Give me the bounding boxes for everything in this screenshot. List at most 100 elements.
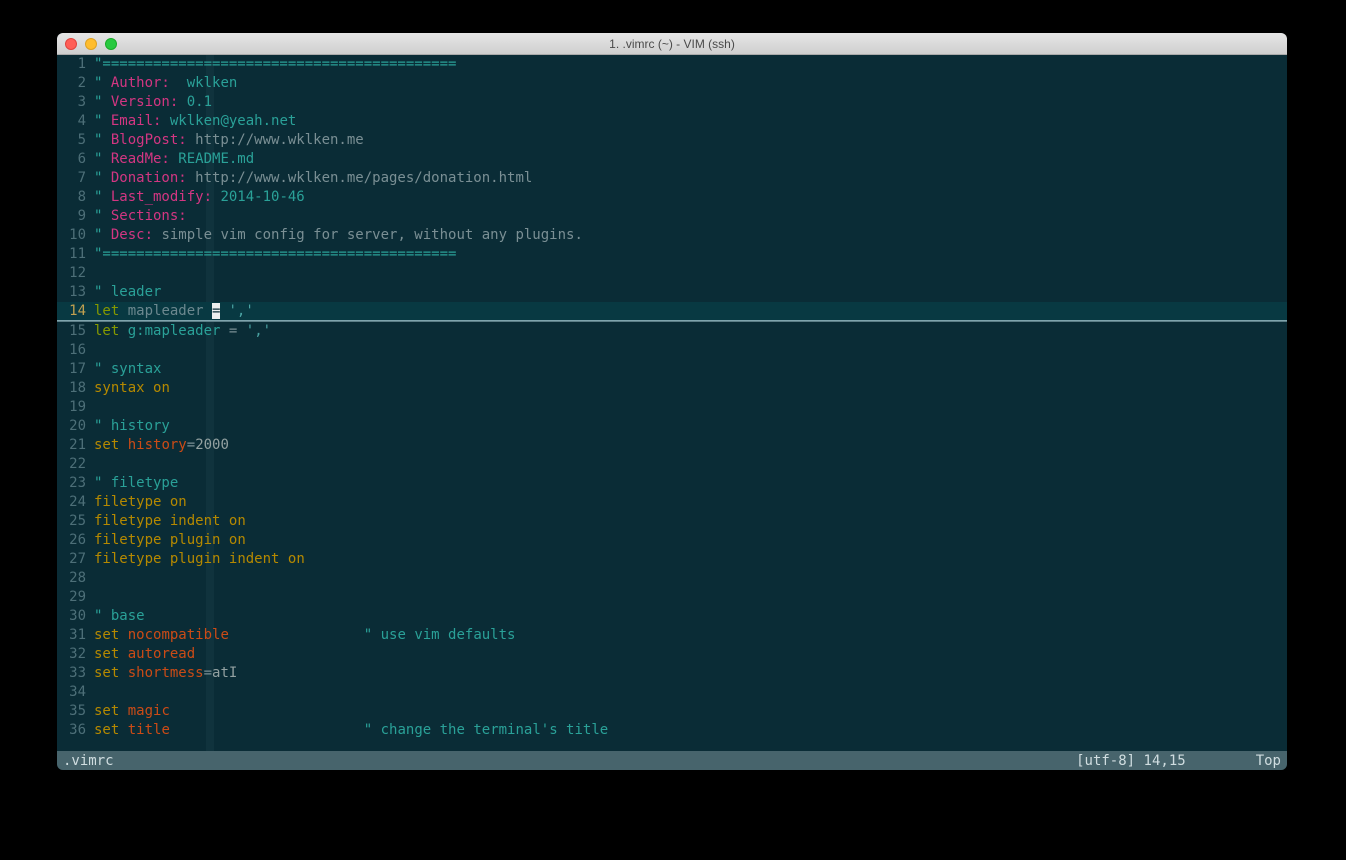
line-number: 9 bbox=[57, 207, 90, 226]
code-content: " Sections: bbox=[90, 207, 187, 226]
code-line[interactable]: 17" syntax bbox=[57, 360, 1287, 379]
line-number: 29 bbox=[57, 588, 90, 607]
code-content: syntax on bbox=[90, 379, 170, 398]
code-line[interactable]: 32set autoread bbox=[57, 645, 1287, 664]
code-line[interactable]: 36set title " change the terminal's titl… bbox=[57, 721, 1287, 740]
status-scroll: Top bbox=[1256, 753, 1281, 769]
code-line[interactable]: 30" base bbox=[57, 607, 1287, 626]
line-number: 26 bbox=[57, 531, 90, 550]
code-line[interactable]: 25filetype indent on bbox=[57, 512, 1287, 531]
line-number: 11 bbox=[57, 245, 90, 264]
code-line[interactable]: 20" history bbox=[57, 417, 1287, 436]
line-number: 8 bbox=[57, 188, 90, 207]
close-icon[interactable] bbox=[65, 38, 77, 50]
window-controls bbox=[65, 38, 117, 50]
code-content: set magic bbox=[90, 702, 170, 721]
code-line[interactable]: 4" Email: wklken@yeah.net bbox=[57, 112, 1287, 131]
code-line[interactable]: 3" Version: 0.1 bbox=[57, 93, 1287, 112]
line-number: 24 bbox=[57, 493, 90, 512]
code-content: set nocompatible " use vim defaults bbox=[90, 626, 515, 645]
code-line[interactable]: 35set magic bbox=[57, 702, 1287, 721]
line-number: 13 bbox=[57, 283, 90, 302]
status-filename: .vimrc bbox=[63, 753, 1076, 769]
code-line[interactable]: 28 bbox=[57, 569, 1287, 588]
code-content: " Email: wklken@yeah.net bbox=[90, 112, 296, 131]
line-number: 28 bbox=[57, 569, 90, 588]
code-content: " history bbox=[90, 417, 170, 436]
code-content: " BlogPost: http://www.wklken.me bbox=[90, 131, 364, 150]
code-line[interactable]: 18syntax on bbox=[57, 379, 1287, 398]
code-content: " ReadMe: README.md bbox=[90, 150, 254, 169]
line-number: 23 bbox=[57, 474, 90, 493]
code-line[interactable]: 27filetype plugin indent on bbox=[57, 550, 1287, 569]
line-number: 3 bbox=[57, 93, 90, 112]
code-line[interactable]: 34 bbox=[57, 683, 1287, 702]
line-number: 6 bbox=[57, 150, 90, 169]
terminal-window: 1. .vimrc (~) - VIM (ssh) 1"============… bbox=[57, 33, 1287, 770]
code-line[interactable]: 14let mapleader = ',' bbox=[57, 302, 1287, 322]
line-number: 33 bbox=[57, 664, 90, 683]
code-line[interactable]: 33set shortmess=atI bbox=[57, 664, 1287, 683]
code-line[interactable]: 6" ReadMe: README.md bbox=[57, 150, 1287, 169]
minimize-icon[interactable] bbox=[85, 38, 97, 50]
code-content: " Desc: simple vim config for server, wi… bbox=[90, 226, 583, 245]
code-content: filetype plugin indent on bbox=[90, 550, 305, 569]
titlebar: 1. .vimrc (~) - VIM (ssh) bbox=[57, 33, 1287, 55]
code-line[interactable]: 15let g:mapleader = ',' bbox=[57, 322, 1287, 341]
code-content: filetype indent on bbox=[90, 512, 246, 531]
line-number: 10 bbox=[57, 226, 90, 245]
code-content: let g:mapleader = ',' bbox=[90, 322, 271, 341]
code-line[interactable]: 26filetype plugin on bbox=[57, 531, 1287, 550]
code-line[interactable]: 5" BlogPost: http://www.wklken.me bbox=[57, 131, 1287, 150]
line-number: 32 bbox=[57, 645, 90, 664]
code-content: " Version: 0.1 bbox=[90, 93, 212, 112]
code-line[interactable]: 22 bbox=[57, 455, 1287, 474]
code-line[interactable]: 10" Desc: simple vim config for server, … bbox=[57, 226, 1287, 245]
code-content bbox=[90, 569, 94, 588]
status-bar: .vimrc [utf-8] 14,15 Top bbox=[57, 751, 1287, 770]
code-line[interactable]: 11"=====================================… bbox=[57, 245, 1287, 264]
code-line[interactable]: 23" filetype bbox=[57, 474, 1287, 493]
line-number: 17 bbox=[57, 360, 90, 379]
line-number: 12 bbox=[57, 264, 90, 283]
line-number: 34 bbox=[57, 683, 90, 702]
line-number: 36 bbox=[57, 721, 90, 740]
code-line[interactable]: 12 bbox=[57, 264, 1287, 283]
code-line[interactable]: 13" leader bbox=[57, 283, 1287, 302]
code-line[interactable]: 24filetype on bbox=[57, 493, 1287, 512]
code-line[interactable]: 31set nocompatible " use vim defaults bbox=[57, 626, 1287, 645]
code-content: "=======================================… bbox=[90, 245, 456, 264]
line-number: 5 bbox=[57, 131, 90, 150]
line-number: 14 bbox=[57, 302, 90, 321]
code-content bbox=[90, 398, 94, 417]
code-line[interactable]: 29 bbox=[57, 588, 1287, 607]
code-content bbox=[90, 264, 94, 283]
code-line[interactable]: 21set history=2000 bbox=[57, 436, 1287, 455]
code-content: filetype on bbox=[90, 493, 187, 512]
code-content bbox=[90, 455, 94, 474]
code-content: " leader bbox=[90, 283, 161, 302]
line-number: 16 bbox=[57, 341, 90, 360]
line-number: 4 bbox=[57, 112, 90, 131]
code-content: let mapleader = ',' bbox=[90, 302, 254, 321]
code-content: set shortmess=atI bbox=[90, 664, 237, 683]
code-content bbox=[90, 341, 94, 360]
code-line[interactable]: 1"======================================… bbox=[57, 55, 1287, 74]
code-line[interactable]: 7" Donation: http://www.wklken.me/pages/… bbox=[57, 169, 1287, 188]
editor-area[interactable]: 1"======================================… bbox=[57, 55, 1287, 751]
code-content: "=======================================… bbox=[90, 55, 456, 74]
code-content bbox=[90, 588, 94, 607]
code-line[interactable]: 16 bbox=[57, 341, 1287, 360]
code-line[interactable]: 8" Last_modify: 2014-10-46 bbox=[57, 188, 1287, 207]
code-line[interactable]: 9" Sections: bbox=[57, 207, 1287, 226]
line-number: 25 bbox=[57, 512, 90, 531]
line-number: 27 bbox=[57, 550, 90, 569]
code-line[interactable]: 19 bbox=[57, 398, 1287, 417]
window-title: 1. .vimrc (~) - VIM (ssh) bbox=[57, 37, 1287, 51]
code-content: " Last_modify: 2014-10-46 bbox=[90, 188, 305, 207]
code-line[interactable]: 2" Author: wklken bbox=[57, 74, 1287, 93]
line-number: 1 bbox=[57, 55, 90, 74]
line-number: 22 bbox=[57, 455, 90, 474]
cursor: = bbox=[212, 303, 220, 319]
zoom-icon[interactable] bbox=[105, 38, 117, 50]
